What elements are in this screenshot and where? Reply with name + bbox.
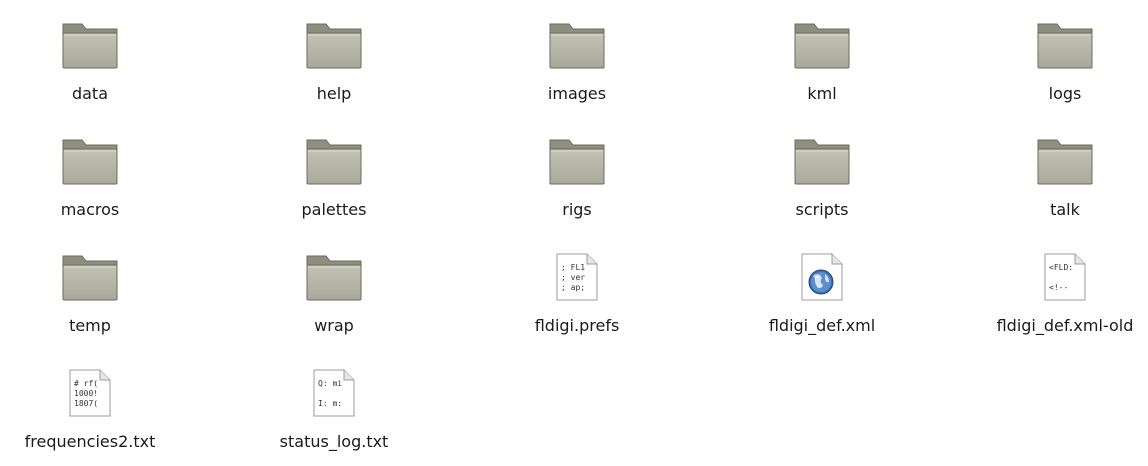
file-item-fldigi-def-xml[interactable]: fldigi_def.xml xyxy=(732,240,912,350)
folder-icon xyxy=(60,124,120,186)
file-name-label: status_log.txt xyxy=(279,432,389,451)
file-name-label: talk xyxy=(1050,200,1080,219)
folder-icon xyxy=(304,8,364,70)
text-file-icon: ; FL1; ver; ap; xyxy=(547,240,607,302)
folder-item-temp[interactable]: temp xyxy=(0,240,180,350)
file-name-label: images xyxy=(547,84,607,103)
folder-item-talk[interactable]: talk xyxy=(975,124,1148,234)
folder-item-palettes[interactable]: palettes xyxy=(244,124,424,234)
file-name-label: help xyxy=(316,84,352,103)
folder-icon xyxy=(1035,8,1095,70)
file-name-label: logs xyxy=(1048,84,1082,103)
folder-icon xyxy=(60,240,120,302)
folder-icon xyxy=(547,8,607,70)
file-name-label: rigs xyxy=(562,200,592,219)
folder-item-macros[interactable]: macros xyxy=(0,124,180,234)
file-name-label: frequencies2.txt xyxy=(24,432,156,451)
svg-text:Q: mi: Q: mi xyxy=(318,379,342,388)
file-name-label: fldigi_def.xml-old xyxy=(996,316,1134,335)
folder-icon xyxy=(1035,124,1095,186)
folder-item-help[interactable]: help xyxy=(244,8,424,118)
text-file-icon: # rf(1000! 1807( xyxy=(60,356,120,418)
file-item-status-log-txt[interactable]: Q: mi I: m: status_log.txt xyxy=(244,356,424,466)
folder-icon xyxy=(60,8,120,70)
folder-item-wrap[interactable]: wrap xyxy=(244,240,424,350)
file-name-label: macros xyxy=(60,200,120,219)
folder-icon xyxy=(304,240,364,302)
folder-item-kml[interactable]: kml xyxy=(732,8,912,118)
svg-text:; FL1: ; FL1 xyxy=(561,263,585,272)
file-item-frequencies2-txt[interactable]: # rf(1000! 1807( frequencies2.txt xyxy=(0,356,180,466)
folder-item-logs[interactable]: logs xyxy=(975,8,1148,118)
svg-text:I: m:: I: m: xyxy=(318,399,342,408)
folder-icon xyxy=(304,124,364,186)
file-name-label: temp xyxy=(69,316,111,335)
file-name-label: data xyxy=(71,84,109,103)
svg-text:; ver: ; ver xyxy=(561,273,585,282)
file-item-fldigi-def-xml-old[interactable]: <FLD: <!-- fldigi_def.xml-old xyxy=(975,240,1148,350)
file-icon-grid: data help images kml logs macros palette… xyxy=(0,0,1148,460)
file-name-label: kml xyxy=(807,84,837,103)
file-name-label: fldigi_def.xml xyxy=(768,316,876,335)
text-file-icon: Q: mi I: m: xyxy=(304,356,364,418)
folder-item-scripts[interactable]: scripts xyxy=(732,124,912,234)
folder-icon xyxy=(547,124,607,186)
svg-text:# rf(: # rf( xyxy=(74,379,98,388)
folder-item-data[interactable]: data xyxy=(0,8,180,118)
svg-text:; ap;: ; ap; xyxy=(561,283,585,292)
xml-globe-file-icon xyxy=(792,240,852,302)
file-name-label: palettes xyxy=(301,200,367,219)
svg-text:<!--: <!-- xyxy=(1049,283,1068,292)
folder-item-images[interactable]: images xyxy=(487,8,667,118)
file-name-label: scripts xyxy=(795,200,849,219)
svg-text:1000!: 1000! xyxy=(74,389,98,398)
file-name-label: fldigi.prefs xyxy=(534,316,620,335)
file-item-fldigi-prefs[interactable]: ; FL1; ver; ap; fldigi.prefs xyxy=(487,240,667,350)
folder-icon xyxy=(792,124,852,186)
folder-icon xyxy=(792,8,852,70)
folder-item-rigs[interactable]: rigs xyxy=(487,124,667,234)
svg-text:<FLD:: <FLD: xyxy=(1049,263,1073,272)
svg-text:1807(: 1807( xyxy=(74,399,98,408)
file-name-label: wrap xyxy=(314,316,354,335)
text-file-icon: <FLD: <!-- xyxy=(1035,240,1095,302)
